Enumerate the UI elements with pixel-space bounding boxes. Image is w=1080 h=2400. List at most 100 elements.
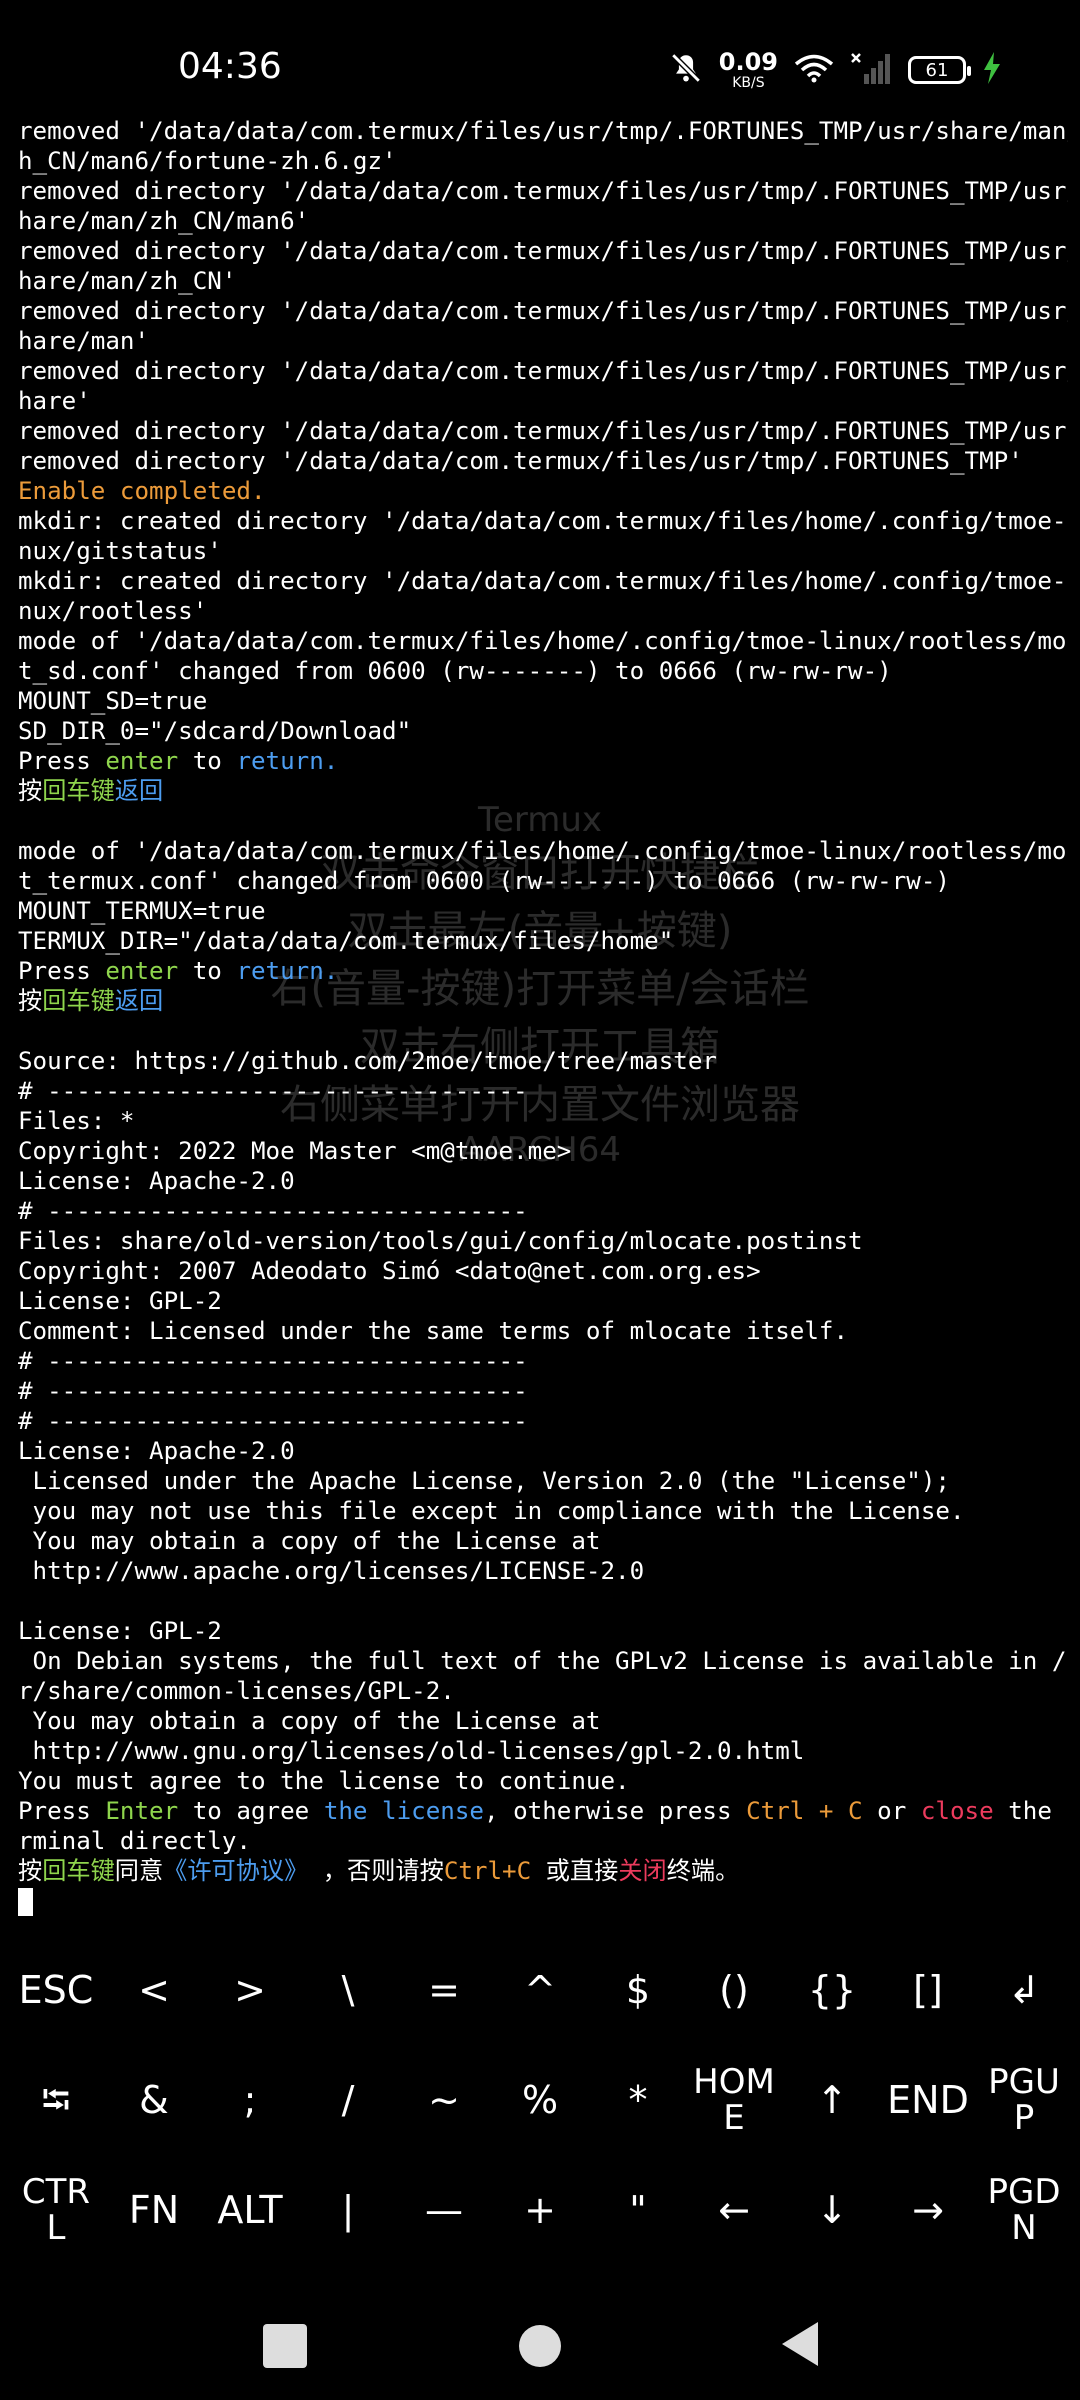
terminal-text: 按 [18, 987, 43, 1015]
extra-key-row2-7[interactable]: HOM E [686, 2046, 782, 2156]
extra-key-row1-7[interactable]: () [686, 1936, 782, 2046]
terminal-text: to [178, 957, 237, 985]
terminal-text: Enter [105, 1797, 179, 1825]
extra-key-row1-0[interactable]: ESC [8, 1936, 104, 2046]
extra-key-row2-1[interactable]: & [106, 2046, 202, 2156]
terminal-text: h_CN/man6/fortune-zh.6.gz' [18, 147, 397, 175]
terminal-line: nux/rootless' [18, 596, 1068, 626]
extra-keys-row-1: ESC < > \ = ^ $(){}[] ↲ [0, 1936, 1080, 2046]
terminal-line: t_termux.conf' changed from 0600 (rw----… [18, 866, 1068, 896]
extra-key-row1-4[interactable]: = [396, 1936, 492, 2046]
extra-key-row3-0[interactable]: CTR L [8, 2156, 104, 2266]
terminal-line: removed directory '/data/data/com.termux… [18, 176, 1068, 206]
terminal-text: Licensed under the Apache License, Versi… [18, 1467, 950, 1495]
recents-button[interactable] [255, 2316, 315, 2376]
terminal-line: Files: * [18, 1106, 1068, 1136]
extra-key-row2-3[interactable]: / [300, 2046, 396, 2156]
terminal-line: mkdir: created directory '/data/data/com… [18, 506, 1068, 536]
extra-key-row3-3[interactable]: | [300, 2156, 396, 2266]
terminal-text: # --------------------------------- [18, 1407, 528, 1435]
terminal-text: 回车键 [42, 1857, 115, 1885]
terminal-text: http://www.gnu.org/licenses/old-licenses… [18, 1737, 805, 1765]
terminal-text: the te [1008, 1797, 1068, 1825]
extra-key-row1-6[interactable]: $ [590, 1936, 686, 2046]
terminal-text: You must agree to the license to continu… [18, 1767, 630, 1795]
terminal-text: Files: share/old-version/tools/gui/confi… [18, 1227, 863, 1255]
terminal-line: On Debian systems, the full text of the … [18, 1646, 1068, 1676]
terminal-line: You may obtain a copy of the License at [18, 1526, 1068, 1556]
battery-level: 61 [925, 59, 949, 81]
terminal-text: Ctrl+C [443, 1857, 532, 1885]
extra-key-row3-8[interactable]: ↓ [784, 2156, 880, 2266]
terminal-text: Copyright: 2022 Moe Master <m@tmoe.me> [18, 1137, 572, 1165]
extra-key-row2-0[interactable]: ⭾ [8, 2046, 104, 2156]
terminal-line: Licensed under the Apache License, Versi… [18, 1466, 1068, 1496]
terminal-line: # --------------------------------- [18, 1406, 1068, 1436]
terminal-text: removed directory '/data/data/com.termux… [18, 237, 1068, 265]
terminal-text: Press [18, 747, 106, 775]
net-speed-value: 0.09 [718, 48, 778, 76]
terminal-text: # --------------------------------- [18, 1347, 528, 1375]
terminal-text: 终端。 [666, 1857, 740, 1885]
terminal-text: ，否则请按 [308, 1857, 444, 1885]
extra-key-row2-6[interactable]: * [590, 2046, 686, 2156]
extra-key-row3-5[interactable]: + [492, 2156, 588, 2266]
terminal-line: http://www.apache.org/licenses/LICENSE-2… [18, 1556, 1068, 1586]
terminal-line: # --------------------------------- [18, 1376, 1068, 1406]
extra-key-row1-8[interactable]: {} [784, 1936, 880, 2046]
terminal-text: TERMUX_DIR="/data/data/com.termux/files/… [18, 927, 674, 955]
terminal-text: or [862, 1797, 921, 1825]
terminal-line: Press enter to return. [18, 746, 1068, 776]
extra-key-row2-10[interactable]: PGU P [976, 2046, 1072, 2156]
home-button[interactable] [510, 2316, 570, 2376]
terminal-line: TERMUX_DIR="/data/data/com.termux/files/… [18, 926, 1068, 956]
extra-key-row1-5[interactable]: ^ [492, 1936, 588, 2046]
terminal-text: MOUNT_TERMUX=true [18, 897, 266, 925]
extra-key-row2-9[interactable]: END [880, 2046, 976, 2156]
terminal-line: License: GPL-2 [18, 1286, 1068, 1316]
terminal-text: Ctrl + C [746, 1797, 863, 1825]
terminal-line: Enable completed. [18, 476, 1068, 506]
terminal-text: hare/man' [18, 327, 150, 355]
back-button[interactable] [770, 2316, 830, 2376]
terminal-line: hare/man' [18, 326, 1068, 356]
terminal-line: mode of '/data/data/com.termux/files/hom… [18, 836, 1068, 866]
extra-key-row1-3[interactable]: \ [300, 1936, 396, 2046]
terminal-line: 按回车键返回 [18, 776, 1068, 806]
extra-key-row1-9[interactable]: [] [880, 1936, 976, 2046]
extra-key-row3-2[interactable]: ALT [202, 2156, 298, 2266]
extra-key-row3-6[interactable]: " [590, 2156, 686, 2266]
terminal-prompt-line [18, 1886, 1068, 1916]
terminal-output[interactable]: removed '/data/data/com.termux/files/usr… [18, 116, 1068, 1916]
terminal-line: Files: share/old-version/tools/gui/confi… [18, 1226, 1068, 1256]
extra-key-row1-10[interactable]: ↲ [976, 1936, 1072, 2046]
extra-key-row3-1[interactable]: FN [106, 2156, 202, 2266]
status-clock: 04:36 [178, 46, 282, 87]
extra-key-row3-9[interactable]: → [880, 2156, 976, 2266]
terminal-line: Comment: Licensed under the same terms o… [18, 1316, 1068, 1346]
extra-key-row3-7[interactable]: ← [686, 2156, 782, 2266]
terminal-text: You may obtain a copy of the License at [18, 1707, 601, 1735]
extra-key-row3-4[interactable]: — [396, 2156, 492, 2266]
terminal-line: SD_DIR_0="/sdcard/Download" [18, 716, 1068, 746]
terminal-line: # --------------------------------- [18, 1346, 1068, 1376]
terminal-text: 回车键 [42, 777, 115, 805]
terminal-text: nux/rootless' [18, 597, 208, 625]
terminal-line: removed directory '/data/data/com.termux… [18, 446, 1068, 476]
terminal-text: hare/man/zh_CN' [18, 267, 237, 295]
extra-key-row3-10[interactable]: PGD N [976, 2156, 1072, 2266]
extra-key-row1-2[interactable]: > [202, 1936, 298, 2046]
terminal-text: removed directory '/data/data/com.termux… [18, 357, 1068, 385]
extra-key-row2-5[interactable]: % [492, 2046, 588, 2156]
extra-key-row2-2[interactable]: ; [202, 2046, 298, 2156]
terminal-text: http://www.apache.org/licenses/LICENSE-2… [18, 1557, 645, 1585]
terminal-text: Source: https://github.com/2moe/tmoe/tre… [18, 1047, 717, 1075]
square-icon [263, 2324, 307, 2368]
extra-key-row2-4[interactable]: ~ [396, 2046, 492, 2156]
extra-key-row1-1[interactable]: < [106, 1936, 202, 2046]
terminal-line: You may obtain a copy of the License at [18, 1706, 1068, 1736]
terminal-text: close [920, 1797, 994, 1825]
extra-key-row2-8[interactable]: ↑ [784, 2046, 880, 2156]
status-icons: 0.09 KB/S 61 [669, 50, 1002, 90]
